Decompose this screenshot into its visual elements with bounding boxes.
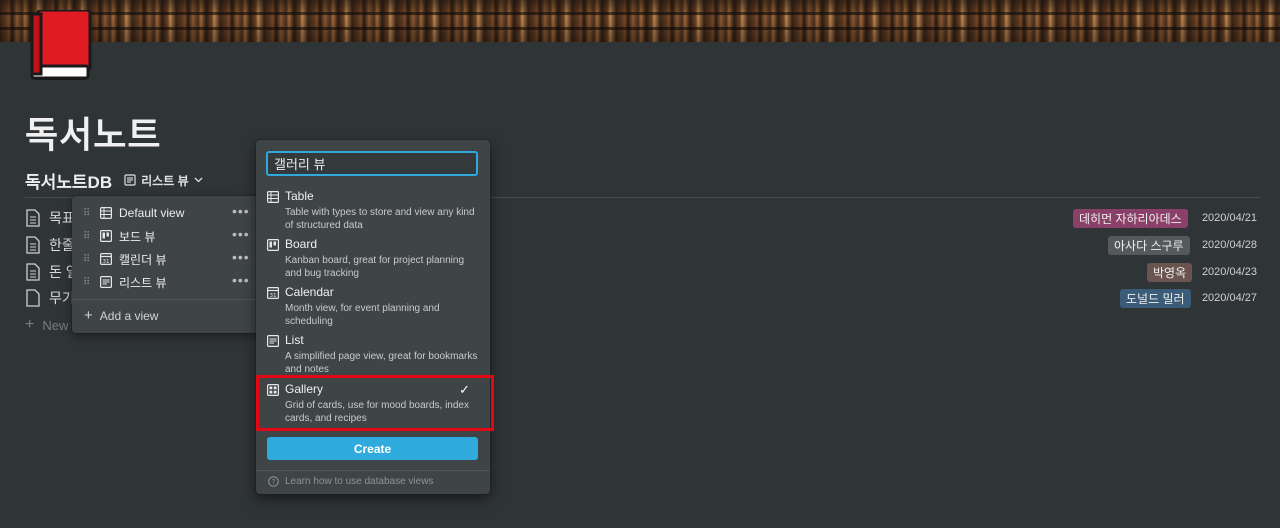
- current-view-label: 리스트 뷰: [141, 173, 189, 188]
- more-icon[interactable]: •••: [232, 249, 250, 265]
- row-date: 2020/04/27: [1201, 292, 1257, 304]
- view-item-label: Default view: [119, 206, 185, 220]
- view-type-name: Board: [285, 237, 318, 251]
- view-type-description: A simplified page view, great for bookma…: [285, 351, 478, 375]
- author-tag: 도널드 밀러: [1120, 288, 1191, 308]
- calendar-icon: 31: [267, 287, 279, 299]
- row-title: 무기: [49, 290, 75, 306]
- svg-text:31: 31: [270, 293, 277, 299]
- row-title: 한줄: [49, 237, 75, 253]
- gallery-icon: [267, 384, 279, 396]
- view-item-list[interactable]: ⠿ 리스트 뷰 •••: [72, 271, 262, 293]
- page-cover-image[interactable]: [0, 0, 1280, 42]
- view-type-name: Table: [285, 189, 314, 203]
- help-icon: ?: [268, 476, 279, 487]
- view-type-description: Kanban board, great for project planning…: [285, 255, 465, 279]
- page-icon: [26, 263, 40, 281]
- more-icon[interactable]: •••: [232, 272, 250, 288]
- page-title[interactable]: 독서노트: [25, 106, 161, 158]
- book-icon[interactable]: [30, 10, 94, 82]
- list-icon: [124, 174, 136, 186]
- page-icon: [26, 236, 40, 254]
- author-tag: 데히먼 자하리아데스: [1073, 208, 1188, 228]
- new-row-label: New: [42, 317, 69, 333]
- view-item-calendar[interactable]: ⠿ 31 캘린더 뷰 •••: [72, 248, 262, 270]
- view-type-description: Table with types to store and view any k…: [285, 207, 475, 231]
- drag-handle-icon[interactable]: ⠿: [83, 231, 90, 242]
- more-icon[interactable]: •••: [232, 226, 250, 242]
- drag-handle-icon[interactable]: ⠿: [83, 254, 90, 265]
- view-item-label: 보드 뷰: [119, 229, 156, 244]
- view-item-label: 캘린더 뷰: [119, 252, 167, 267]
- plus-icon: +: [84, 307, 93, 324]
- view-switcher[interactable]: 리스트 뷰: [124, 172, 203, 189]
- calendar-icon: 31: [100, 253, 112, 265]
- table-icon: [100, 207, 112, 219]
- divider: [256, 470, 490, 471]
- page-icon: [26, 289, 40, 307]
- view-item-board[interactable]: ⠿ 보드 뷰 •••: [72, 225, 262, 247]
- page-icon: [26, 209, 40, 227]
- board-icon: [267, 239, 279, 251]
- help-link[interactable]: ? Learn how to use database views: [268, 476, 433, 487]
- row-date: 2020/04/28: [1201, 239, 1257, 251]
- view-item-label: 리스트 뷰: [119, 275, 167, 290]
- board-icon: [100, 230, 112, 242]
- database-title[interactable]: 독서노트DB: [25, 168, 112, 193]
- checkmark-icon: ✓: [459, 382, 470, 397]
- view-type-name: Calendar: [285, 285, 334, 299]
- database-header: 독서노트DB 리스트 뷰: [25, 168, 203, 192]
- drag-handle-icon[interactable]: ⠿: [83, 277, 90, 288]
- view-item-default[interactable]: ⠿ Default view •••: [72, 202, 262, 224]
- new-view-popup: Table Table with types to store and view…: [256, 140, 494, 494]
- view-type-description: Grid of cards, use for mood boards, inde…: [285, 400, 469, 424]
- table-icon: [267, 191, 279, 203]
- drag-handle-icon[interactable]: ⠿: [83, 208, 90, 219]
- plus-icon: +: [25, 316, 35, 333]
- view-name-input[interactable]: [266, 151, 478, 176]
- svg-text:?: ?: [272, 478, 276, 486]
- divider: [72, 299, 262, 300]
- row-date: 2020/04/21: [1201, 212, 1257, 224]
- author-tag: 박영옥: [1147, 262, 1193, 282]
- view-type-description: Month view, for event planning and sched…: [285, 303, 440, 327]
- list-icon: [267, 335, 279, 347]
- help-text: Learn how to use database views: [285, 476, 434, 487]
- chevron-down-icon: [194, 177, 203, 183]
- svg-text:31: 31: [103, 259, 110, 265]
- view-type-name: Gallery: [285, 382, 324, 396]
- list-icon: [100, 276, 112, 288]
- new-row-button[interactable]: + New: [25, 316, 68, 334]
- add-view-label: Add a view: [99, 308, 159, 323]
- add-view-button[interactable]: + Add a view: [84, 307, 158, 324]
- author-tag: 아사다 스구루: [1108, 235, 1190, 255]
- row-date: 2020/04/23: [1201, 266, 1257, 278]
- more-icon[interactable]: •••: [232, 203, 250, 219]
- view-type-name: List: [285, 333, 304, 347]
- row-title: 목표: [49, 210, 75, 226]
- views-menu: ⠿ Default view ••• ⠿ 보드 뷰 ••• ⠿ 31 캘린더 뷰…: [72, 196, 262, 333]
- create-button[interactable]: Create: [267, 437, 478, 460]
